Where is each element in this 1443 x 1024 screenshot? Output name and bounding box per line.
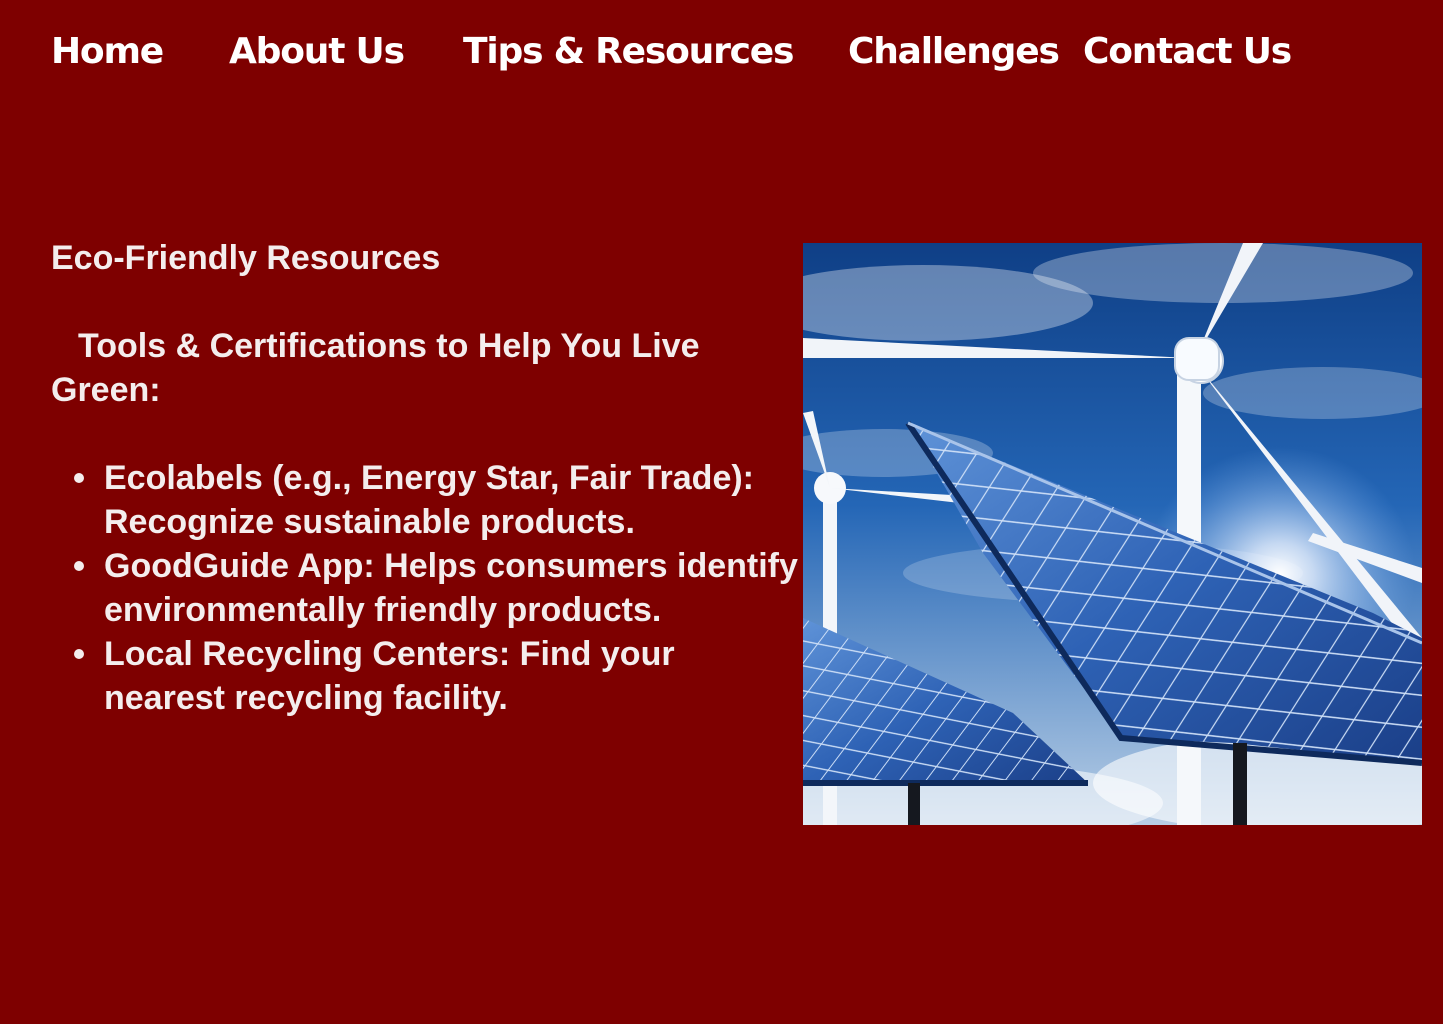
bullet-icon (74, 473, 84, 483)
page: Home About Us Tips & Resources Challenge… (0, 0, 1443, 1024)
bullet-icon (74, 561, 84, 571)
resources-section: Eco-Friendly Resources Tools & Certifica… (51, 236, 803, 720)
nav-link-tips-resources[interactable]: Tips & Resources (463, 30, 794, 74)
section-subtitle: Tools & Certifications to Help You Live … (51, 327, 700, 409)
solar-panels-wind-turbines-photo (803, 243, 1422, 825)
solar-wind-image (803, 243, 1422, 825)
list-item-text: GoodGuide App: Helps consumers identify … (104, 547, 798, 629)
nav-link-about-us[interactable]: About Us (229, 30, 405, 74)
section-title: Eco-Friendly Resources (51, 239, 441, 277)
nav-link-home[interactable]: Home (51, 30, 164, 74)
list-item-text: Ecolabels (e.g., Energy Star, Fair Trade… (104, 459, 755, 541)
nav-link-contact-us[interactable]: Contact Us (1083, 30, 1292, 74)
list-item: Local Recycling Centers: Find your neare… (74, 632, 803, 720)
nav-link-challenges[interactable]: Challenges (848, 30, 1060, 74)
top-navigation: Home About Us Tips & Resources Challenge… (0, 30, 1443, 76)
bullet-icon (74, 649, 84, 659)
list-item: Ecolabels (e.g., Energy Star, Fair Trade… (74, 456, 803, 544)
resource-list: Ecolabels (e.g., Energy Star, Fair Trade… (51, 456, 803, 720)
list-item: GoodGuide App: Helps consumers identify … (74, 544, 803, 632)
list-item-text: Local Recycling Centers: Find your neare… (104, 635, 675, 717)
